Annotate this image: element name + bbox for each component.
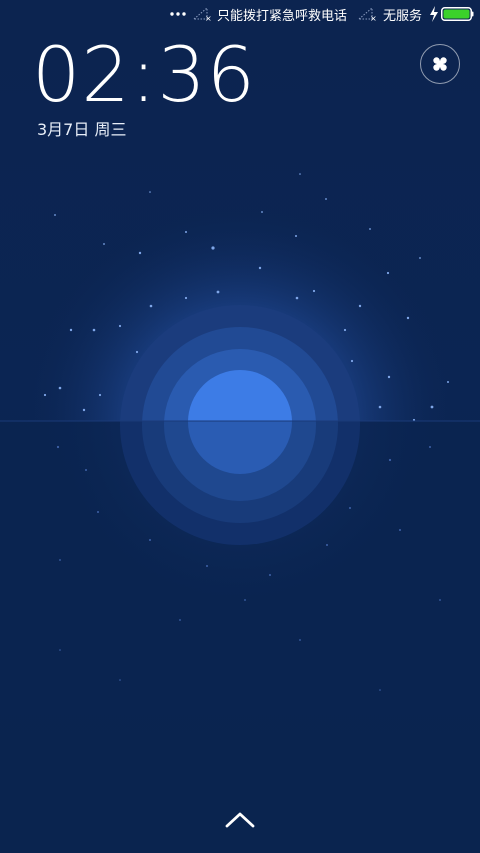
signal-no-service-icon: × <box>193 7 211 21</box>
charging-bolt-icon <box>430 6 438 22</box>
battery-icon <box>441 7 474 21</box>
status-bar: × 只能拨打紧急呼救电话 × 无服务 <box>0 0 480 28</box>
carrier-status-1: 只能拨打紧急呼救电话 <box>217 9 348 24</box>
four-petal-icon <box>433 57 447 71</box>
lock-date: 3月7日 周三 <box>37 120 127 139</box>
svg-text:×: × <box>370 14 376 21</box>
chevron-up-icon[interactable] <box>224 810 256 830</box>
more-dots-icon <box>170 12 186 16</box>
signal-no-service-icon: × <box>358 7 376 21</box>
quick-apps-button[interactable] <box>420 44 460 84</box>
lock-screen: × 只能拨打紧急呼救电话 × 无服务 02:36 3月7日 周三 <box>0 0 480 853</box>
lock-clock: 02:36 <box>32 30 257 119</box>
carrier-status-2: 无服务 <box>383 9 423 24</box>
svg-text:×: × <box>205 14 211 21</box>
